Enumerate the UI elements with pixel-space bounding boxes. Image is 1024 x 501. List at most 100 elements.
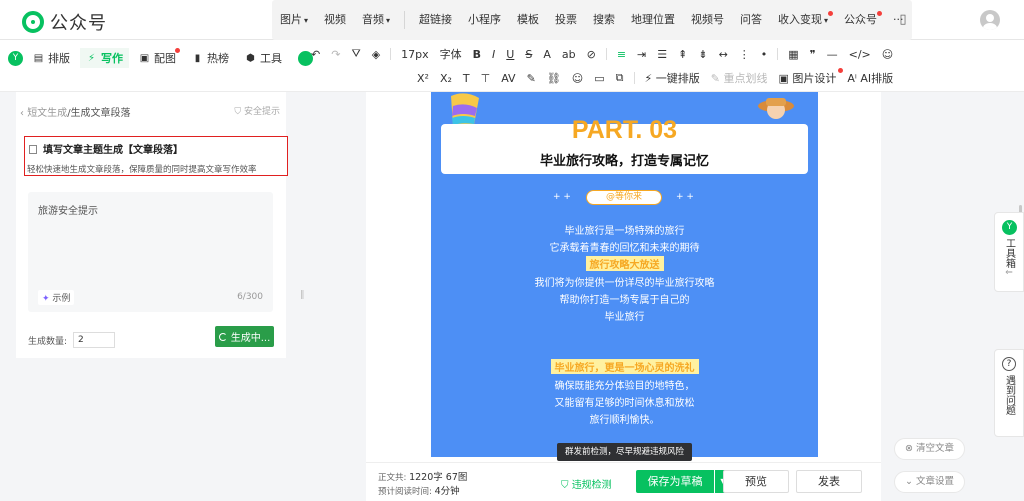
insert-menu: 图片 ▾ 视频 音频 ▾ 超链接 小程序 模板 投票 搜索 地理位置 视频号 问答 收入变现 ▾ 公众号 ··· (272, 0, 912, 40)
plugin-logo-icon[interactable]: Y (8, 50, 23, 66)
notification-dot (175, 48, 180, 53)
safety-hint-label: 安全提示 (243, 107, 280, 117)
clear-article-button[interactable]: ⊗ 清空文章 (894, 438, 965, 460)
menu-item-label: 搜索 (593, 13, 616, 26)
tab-4[interactable]: ⬢ 工具 (239, 48, 288, 68)
menu-item-10[interactable]: 问答 (732, 0, 770, 40)
font-size-select[interactable]: 17px (400, 48, 430, 61)
redo-icon[interactable]: ↷ (330, 48, 341, 61)
menu-item-3[interactable]: 超链接 (411, 0, 460, 40)
menu-item-12[interactable]: 公众号 (836, 0, 885, 40)
example-button[interactable]: ✦ 示例 (38, 290, 75, 305)
panel-collapse-handle[interactable]: ‖ (300, 290, 305, 300)
tab-2[interactable]: ▣ 配图 (133, 48, 182, 68)
ai-layout-button[interactable]: Aⁱ AI排版 (846, 70, 894, 86)
publish-button[interactable]: 发表 (796, 470, 862, 493)
breadcrumb-back[interactable]: 短文生成 (27, 108, 67, 119)
indent-icon[interactable]: ⇥ (636, 48, 647, 61)
mobile-preview-icon[interactable]: ▯ (893, 10, 913, 30)
logo[interactable]: 公众号 (22, 9, 107, 35)
align-icon[interactable]: ≡ (616, 48, 627, 61)
letter-spacing-icon[interactable]: ↔ (718, 48, 729, 61)
cube-icon: ⬢ (246, 52, 255, 64)
one-click-layout-button[interactable]: ⚡ 一键排版 (644, 70, 701, 86)
menu-item-1[interactable]: 视频 (316, 0, 354, 40)
new-badge (838, 68, 844, 73)
menu-item-0[interactable]: 图片 ▾ (272, 0, 316, 41)
menu-item-8[interactable]: 地理位置 (623, 0, 683, 40)
template-card: 填写文章主题生成【文章段落】 轻松快速地生成文章段落，保障质量的同时提高文章写作… (24, 136, 288, 176)
arrow-left-icon: ⇐ (1005, 268, 1013, 278)
undo-icon[interactable]: ↶ (310, 48, 321, 61)
subscript-icon[interactable]: X₂ (439, 72, 453, 85)
key-underline-button[interactable]: ✎ 重点划线 (710, 70, 769, 86)
ai-layout-label: AI排版 (860, 72, 894, 85)
tab-0[interactable]: ▤ 排版 (27, 48, 76, 68)
loading-spinner-icon (218, 332, 227, 341)
poster-text-line: 我们将为你提供一份详尽的毕业旅行攻略 (534, 278, 715, 289)
superscript-icon[interactable]: X² (416, 72, 430, 85)
menu-item-6[interactable]: 投票 (547, 0, 585, 40)
html-icon[interactable]: ▭ (593, 72, 605, 85)
first-indent-icon[interactable]: T (462, 72, 471, 85)
clear-format-icon[interactable]: ⊘ (586, 48, 597, 61)
menu-item-label: 收入变现 (778, 12, 823, 26)
sparkle-icon: + + (676, 192, 694, 202)
faq-button[interactable]: ? 遇到问题 (994, 349, 1024, 437)
font-family-select[interactable]: 字体 (439, 46, 463, 62)
menu-item-2[interactable]: 音频 ▾ (354, 0, 398, 41)
quantity-input[interactable]: 2 (73, 332, 116, 348)
article-poster[interactable]: PART. 03 毕业旅行攻略，打造专属记忆 + + @等你来 + + 毕业旅行… (431, 92, 818, 457)
menu-item-7[interactable]: 搜索 (585, 0, 623, 40)
image-design-button[interactable]: ▣ 图片设计 (777, 68, 844, 86)
article-settings-button[interactable]: ⌄ 文章设置 (894, 471, 965, 493)
text-border-icon[interactable]: ⊤ (480, 72, 492, 85)
underline-icon[interactable]: U (505, 48, 515, 61)
strikethrough-icon[interactable]: S (524, 48, 533, 61)
sticker-icon[interactable]: ☺ (571, 72, 584, 85)
emoji-icon[interactable]: ☺ (881, 48, 894, 61)
generate-button[interactable]: 生成中... (215, 326, 274, 347)
table-icon[interactable]: ▦ (787, 48, 799, 61)
spacing-after-icon[interactable]: ⇟ (697, 48, 708, 61)
avatar[interactable] (980, 10, 1000, 30)
menu-item-11[interactable]: 收入变现 ▾ (770, 0, 836, 41)
pen-icon[interactable]: ✎ (526, 72, 537, 85)
toolbox-panel-toggle[interactable]: Y 工具箱 ⇐ (994, 212, 1024, 292)
compliance-check-button[interactable]: ⛉ 违规检测 (561, 476, 612, 491)
code-icon[interactable]: </> (848, 48, 872, 61)
bg-color-icon[interactable]: ab (561, 48, 577, 61)
quote-icon[interactable]: ❞ (809, 48, 817, 61)
font-color-icon[interactable]: A (542, 48, 552, 61)
line-height-icon[interactable]: ☰ (656, 48, 668, 61)
menu-item-4[interactable]: 小程序 (460, 0, 509, 40)
menu-item-label: 图片 (280, 12, 302, 26)
poster-text-line: 毕业旅行 (604, 312, 645, 323)
bold-icon[interactable]: B (472, 48, 482, 61)
menu-item-9[interactable]: 视频号 (683, 0, 732, 40)
spacing-before-icon[interactable]: ⇞ (677, 48, 688, 61)
menu-item-label: 模板 (517, 13, 540, 26)
poster-text-line: 帮助你打造一场专属于自己的 (559, 295, 690, 306)
divider-line-icon[interactable]: — (826, 48, 839, 61)
example-label: 示例 (52, 294, 71, 304)
topic-input[interactable]: 旅游安全提示 ✦ 示例 6/300 (28, 192, 273, 312)
menu-item-5[interactable]: 模板 (509, 0, 547, 40)
menu-item-label: 视频 (324, 13, 347, 26)
italic-icon[interactable]: I (491, 48, 496, 61)
save-draft-button[interactable]: 保存为草稿 (636, 470, 714, 493)
toolbox-icon[interactable]: ⧉ (615, 71, 625, 85)
preview-button[interactable]: 预览 (723, 470, 789, 493)
fill-icon[interactable]: ◈ (371, 48, 381, 61)
link-icon[interactable]: ⛓ (546, 72, 562, 85)
editor-toolbar: Y ▤ 排版 ⚡ 写作 ▣ 配图 ▮ 热榜 ⬢ 工具 ↶ ↷ ⛛ ◈ 17px 字体 B I U … (0, 40, 1024, 92)
safety-hint[interactable]: ⛉ 安全提示 (234, 104, 280, 117)
word-count: 正文共: 1220字 67图 (378, 469, 467, 483)
tab-1[interactable]: ⚡ 写作 (80, 48, 129, 68)
char-spacing-icon[interactable]: AV (500, 72, 516, 85)
bookmark-icon: ▮ (194, 52, 201, 64)
format-brush-icon[interactable]: ⛛ (350, 47, 361, 61)
tab-3[interactable]: ▮ 热榜 (186, 48, 235, 68)
bullet-list-icon[interactable]: • (760, 48, 769, 61)
ordered-list-icon[interactable]: ⋮ (738, 48, 751, 61)
